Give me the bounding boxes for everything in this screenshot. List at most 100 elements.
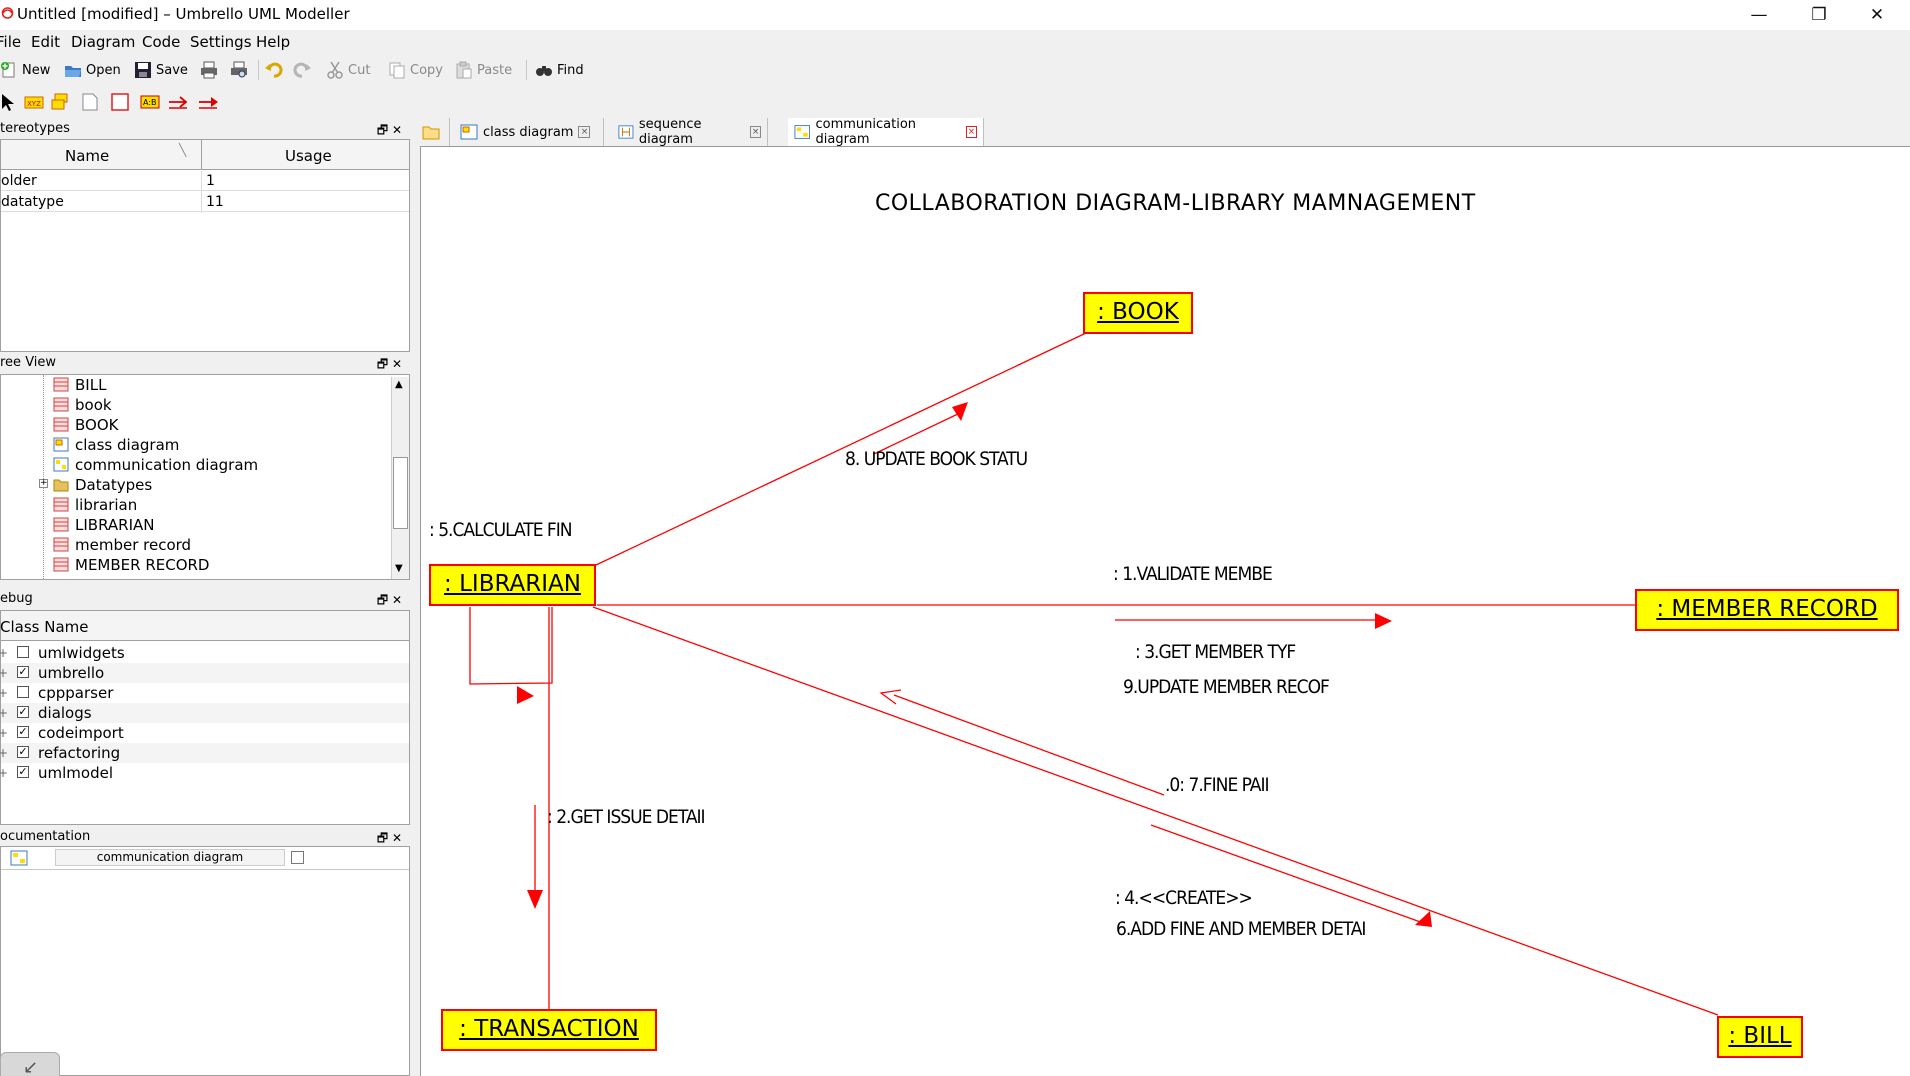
- dock-float-close-icons[interactable]: 🗗 ✕: [377, 829, 402, 847]
- list-item[interactable]: + ✓ umbrello: [0, 663, 409, 683]
- tree-scrollbar[interactable]: ▲ ▼: [391, 377, 409, 579]
- self-loop-librarian[interactable]: [469, 607, 553, 685]
- message-arrow-icon[interactable]: [168, 92, 188, 112]
- message-label-9[interactable]: 9.UPDATE MEMBER RECOF: [1123, 676, 1330, 698]
- message-label-7[interactable]: .0: 7.FINE PAII: [1165, 774, 1270, 796]
- menu-edit[interactable]: Edit: [31, 33, 60, 51]
- list-item[interactable]: + umlwidgets: [0, 643, 409, 663]
- object-transaction[interactable]: : TRANSACTION: [441, 1009, 657, 1051]
- tree-item[interactable]: LIBRARIAN: [53, 515, 154, 535]
- tab-sequence-diagram[interactable]: sequence diagram ×: [612, 117, 768, 147]
- dock-float-close-icons[interactable]: 🗗 ✕: [377, 121, 402, 139]
- close-button[interactable]: ✕: [1848, 0, 1906, 30]
- menu-help[interactable]: Help: [256, 33, 290, 51]
- message-label-2[interactable]: : 2.GET ISSUE DETAII: [547, 806, 706, 828]
- scroll-down-icon[interactable]: ▼: [395, 563, 403, 574]
- partial-corner-button[interactable]: ↙: [0, 1052, 60, 1076]
- scroll-up-icon[interactable]: ▲: [395, 379, 403, 390]
- object-bill[interactable]: : BILL: [1717, 1016, 1803, 1058]
- tree-item[interactable]: communication diagram: [53, 455, 258, 475]
- box-icon[interactable]: [110, 92, 130, 112]
- expand-icon[interactable]: +: [0, 643, 8, 663]
- table-row[interactable]: datatype 11: [1, 192, 409, 212]
- tree-item[interactable]: BOOK: [53, 415, 118, 435]
- diagram-name-field[interactable]: communication diagram: [55, 849, 285, 866]
- message-label-6[interactable]: 6.ADD FINE AND MEMBER DETAI: [1116, 918, 1366, 940]
- tree-item[interactable]: MEMBER RECORD: [53, 555, 209, 575]
- new-button[interactable]: New: [0, 58, 50, 82]
- link-librarian-bill[interactable]: [592, 606, 1719, 1016]
- debug-checkbox[interactable]: ✓: [17, 706, 29, 718]
- tree-item[interactable]: book: [53, 395, 112, 415]
- redo-button[interactable]: [293, 58, 311, 82]
- col-usage-header[interactable]: Usage: [285, 147, 332, 165]
- menu-diagram[interactable]: Diagram: [71, 33, 135, 51]
- object-librarian[interactable]: : LIBRARIAN: [429, 564, 596, 606]
- message-label-1[interactable]: : 1.VALIDATE MEMBE: [1113, 563, 1273, 585]
- list-item[interactable]: + ✓ codeimport: [0, 723, 409, 743]
- object-book[interactable]: : BOOK: [1083, 292, 1193, 334]
- tab-close-icon[interactable]: ×: [578, 126, 591, 138]
- tree-item[interactable]: Datatypes +: [39, 475, 152, 495]
- col-name-header[interactable]: Name: [65, 147, 109, 165]
- multi-object-icon[interactable]: [50, 92, 70, 112]
- debug-checkbox[interactable]: ✓: [17, 766, 29, 778]
- text-label-icon[interactable]: A:B: [140, 92, 160, 112]
- minimize-button[interactable]: —: [1730, 0, 1788, 30]
- menu-code[interactable]: Code: [142, 33, 180, 51]
- message-label-5[interactable]: : 5.CALCULATE FIN: [429, 519, 573, 541]
- expand-icon[interactable]: +: [0, 683, 8, 703]
- list-item[interactable]: + ✓ dialogs: [0, 703, 409, 723]
- diagram-canvas[interactable]: COLLABORATION DIAGRAM-LIBRARY MAMNAGEMEN…: [420, 146, 1910, 1076]
- documentation-checkbox[interactable]: [291, 851, 304, 864]
- debug-checkbox[interactable]: [17, 686, 29, 698]
- expand-icon[interactable]: +: [0, 743, 8, 763]
- expand-icon[interactable]: +: [0, 703, 8, 723]
- select-arrow-icon[interactable]: [0, 92, 20, 112]
- menu-settings[interactable]: Settings: [190, 33, 252, 51]
- tree-item[interactable]: member record: [53, 535, 191, 555]
- debug-checkbox[interactable]: ✓: [17, 726, 29, 738]
- cut-button[interactable]: Cut: [326, 58, 370, 82]
- class-name-header[interactable]: Class Name: [0, 618, 88, 636]
- tab-communication-diagram[interactable]: communication diagram ×: [788, 117, 984, 147]
- diagram-title[interactable]: COLLABORATION DIAGRAM-LIBRARY MAMNAGEMEN…: [875, 191, 1476, 216]
- note-icon[interactable]: [80, 92, 100, 112]
- debug-checkbox[interactable]: ✓: [17, 746, 29, 758]
- dock-splitter[interactable]: [410, 118, 416, 1076]
- scrollbar-thumb[interactable]: [393, 457, 408, 529]
- list-item[interactable]: + ✓ refactoring: [0, 743, 409, 763]
- save-button[interactable]: Save: [134, 58, 188, 82]
- tab-close-icon[interactable]: ×: [750, 126, 761, 138]
- maximize-button[interactable]: ❐: [1790, 0, 1848, 30]
- copy-button[interactable]: Copy: [388, 58, 443, 82]
- list-item[interactable]: + cppparser: [0, 683, 409, 703]
- print-preview-button[interactable]: [230, 58, 248, 82]
- table-row[interactable]: older 1: [1, 171, 409, 191]
- print-button[interactable]: [200, 58, 218, 82]
- find-button[interactable]: Find: [535, 58, 584, 82]
- undo-button[interactable]: [265, 58, 283, 82]
- expand-icon[interactable]: +: [0, 723, 8, 743]
- message-label-4[interactable]: : 4.<<CREATE>>: [1115, 887, 1253, 909]
- tab-close-icon[interactable]: ×: [965, 126, 977, 138]
- expand-icon[interactable]: +: [0, 763, 8, 783]
- debug-checkbox[interactable]: [17, 646, 29, 658]
- message-label-8[interactable]: 8. UPDATE BOOK STATU: [845, 448, 1028, 470]
- tree-item[interactable]: class diagram: [53, 435, 179, 455]
- list-item[interactable]: + ✓ umlmodel: [0, 763, 409, 783]
- dock-float-close-icons[interactable]: 🗗 ✕: [377, 355, 402, 373]
- dock-float-close-icons[interactable]: 🗗 ✕: [377, 591, 402, 609]
- self-message-arrow-icon[interactable]: [198, 92, 218, 112]
- debug-checkbox[interactable]: ✓: [17, 666, 29, 678]
- tab-class-diagram[interactable]: class diagram ×: [454, 118, 604, 146]
- new-tab-button[interactable]: [416, 118, 450, 146]
- paste-button[interactable]: Paste: [455, 58, 512, 82]
- message-label-3[interactable]: : 3.GET MEMBER TYF: [1135, 641, 1296, 663]
- object-member-record[interactable]: : MEMBER RECORD: [1635, 589, 1899, 631]
- menu-file[interactable]: File: [0, 33, 21, 51]
- object-xyz-icon[interactable]: XYZ: [24, 92, 44, 112]
- tree-item[interactable]: librarian: [53, 495, 137, 515]
- expand-icon[interactable]: +: [39, 479, 48, 488]
- open-button[interactable]: Open: [64, 58, 121, 82]
